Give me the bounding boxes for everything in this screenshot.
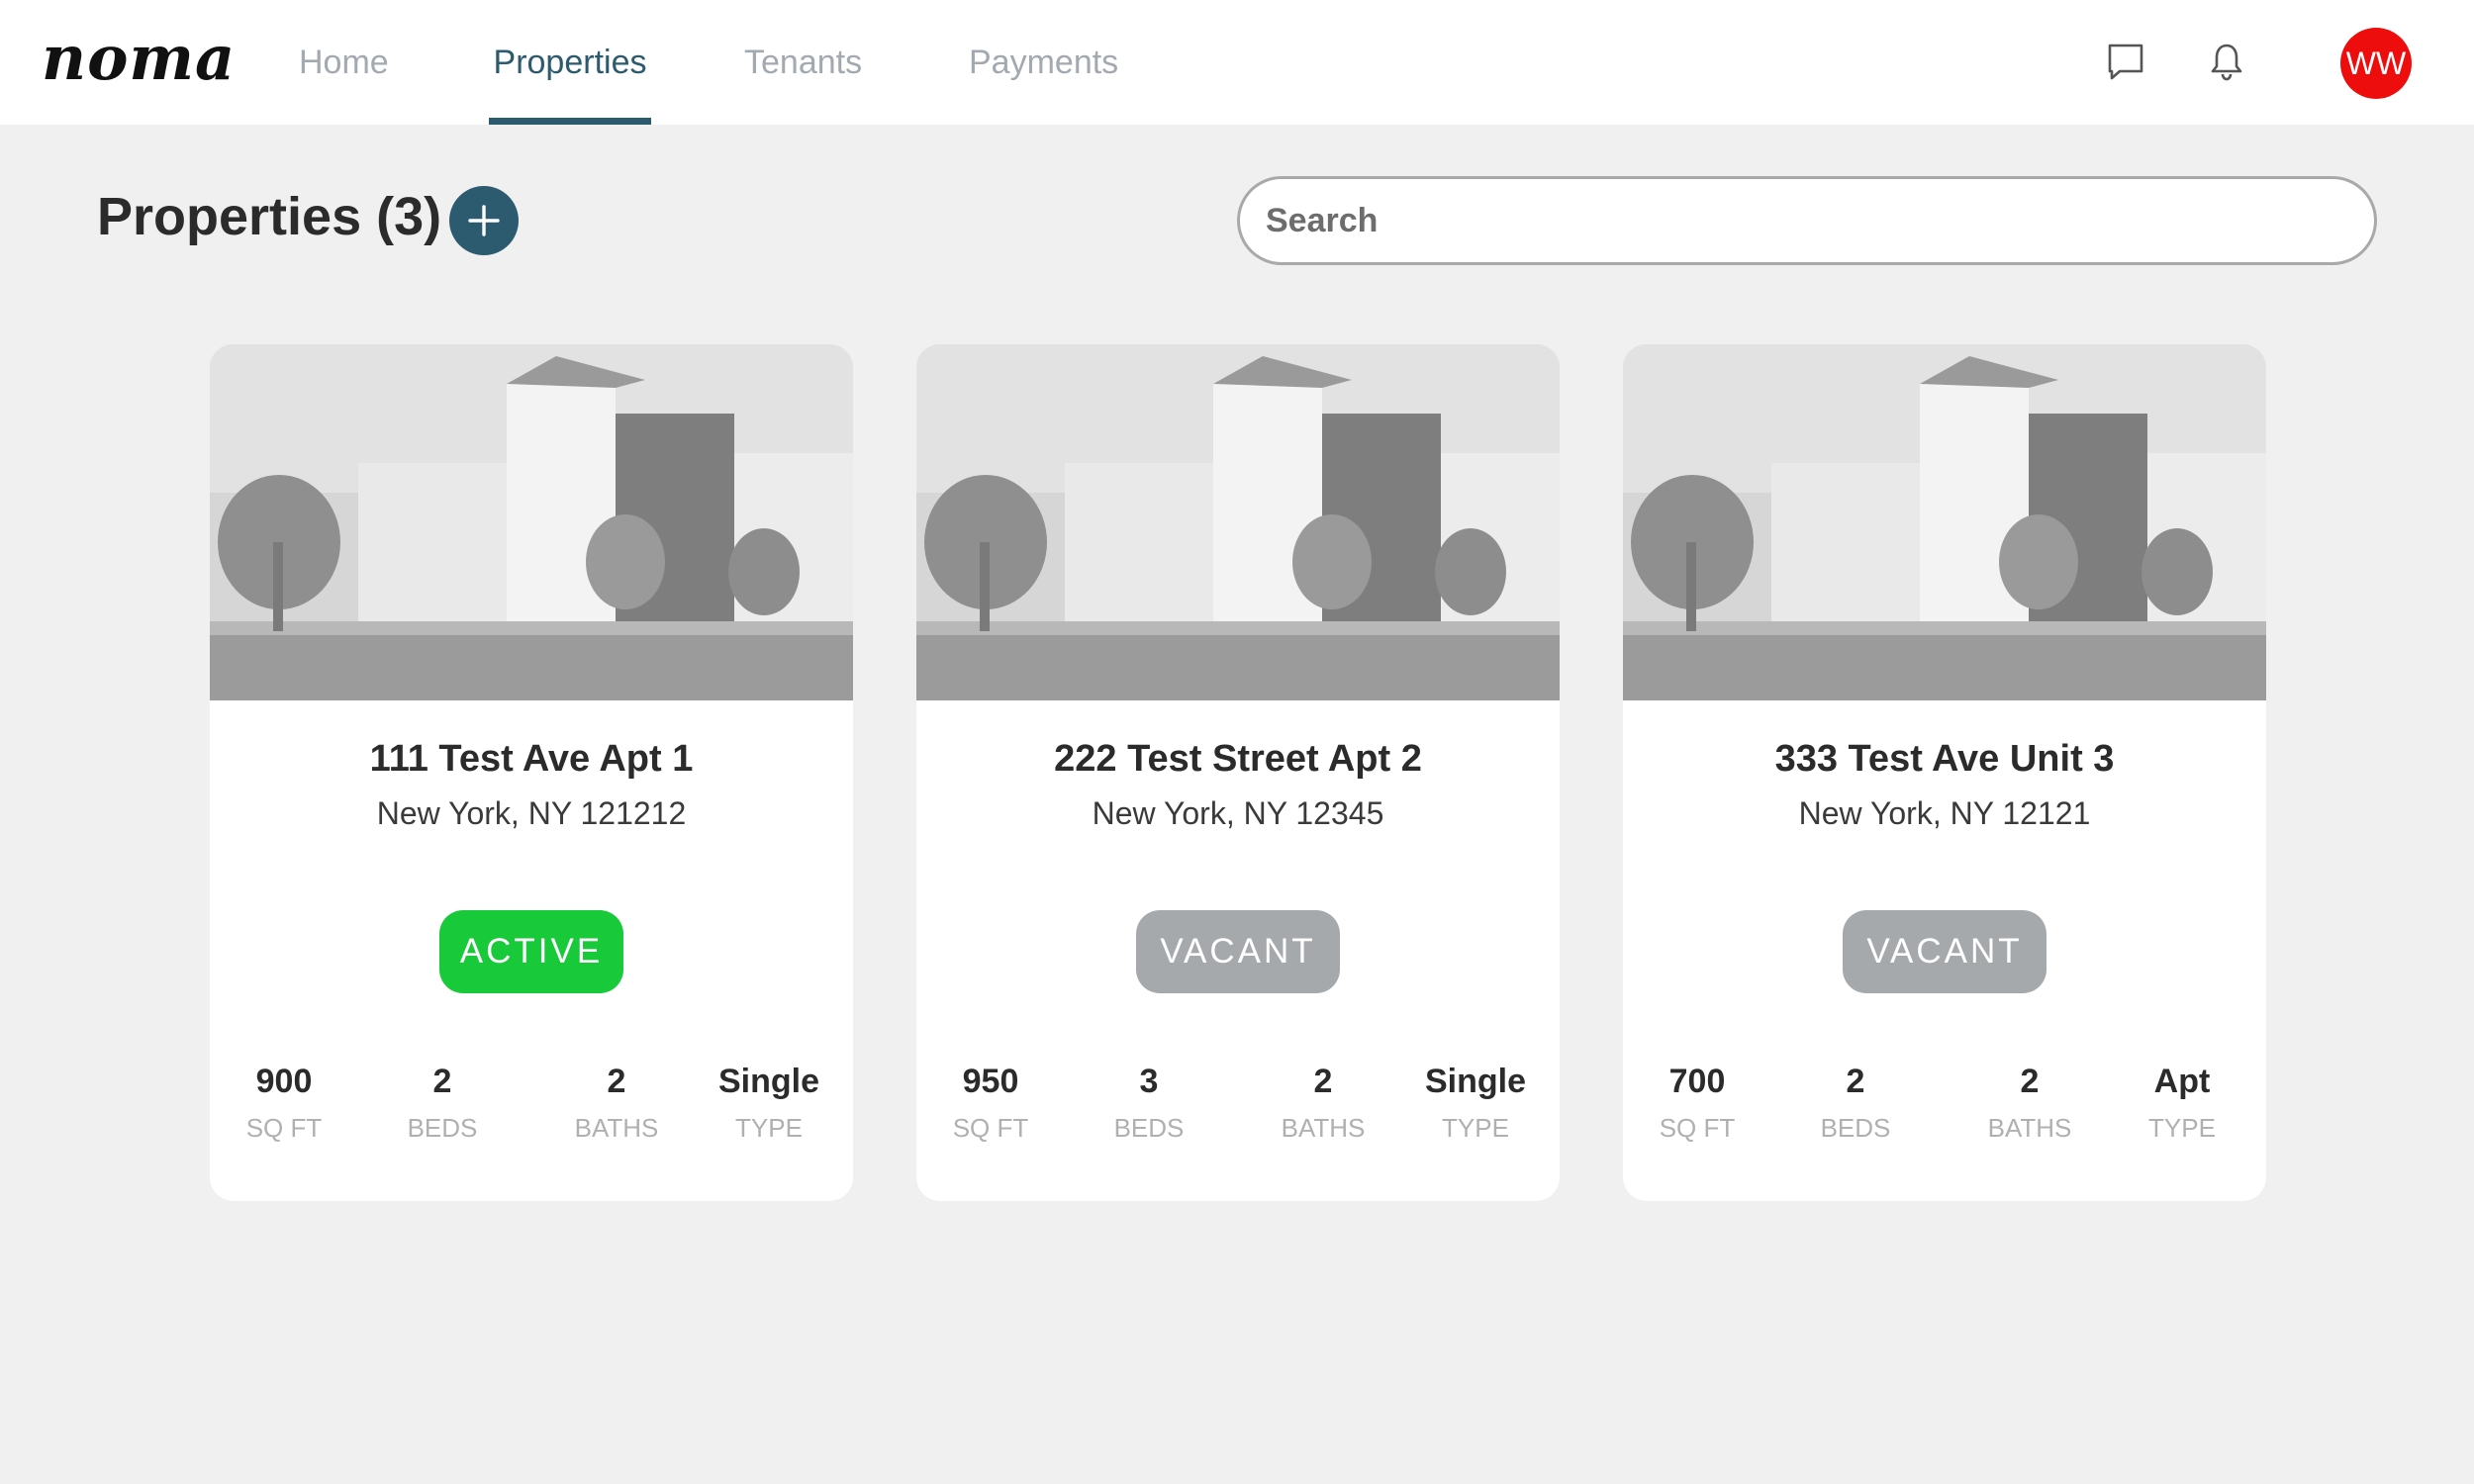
stat-type: Single TYPE (705, 1063, 833, 1144)
stat-type: Apt TYPE (2118, 1063, 2246, 1144)
stat-label: BATHS (1987, 1113, 2072, 1143)
status-badge: ACTIVE (439, 910, 623, 993)
stat-value: 2 (1313, 1063, 1333, 1100)
tab-payments[interactable]: Payments (969, 0, 1118, 125)
stat-label: SQ FT (245, 1113, 323, 1143)
bell-icon[interactable] (2205, 40, 2248, 83)
property-location: New York, NY 121212 (376, 795, 687, 831)
property-card[interactable]: 222 Test Street Apt 2 New York, NY 12345… (916, 344, 1560, 1201)
search-input[interactable] (1237, 176, 2377, 265)
stat-label: BEDS (407, 1113, 478, 1143)
property-photo (1623, 344, 2266, 700)
stat-label: TYPE (2148, 1113, 2216, 1143)
stat-label: BEDS (1113, 1113, 1185, 1143)
stat-value: 2 (432, 1063, 452, 1100)
stat-value: 2 (2020, 1063, 2040, 1100)
property-address: 111 Test Ave Apt 1 (369, 738, 694, 780)
tab-tenants[interactable]: Tenants (744, 0, 862, 125)
stat-value: 2 (607, 1063, 626, 1100)
tab-properties[interactable]: Properties (489, 0, 651, 125)
stat-type: Single TYPE (1411, 1063, 1540, 1144)
stat-label: BATHS (574, 1113, 659, 1143)
chat-icon[interactable] (2104, 40, 2147, 83)
property-card[interactable]: 333 Test Ave Unit 3 New York, NY 12121 V… (1623, 344, 2266, 1201)
stat-sqft: 700 SQ FT (1643, 1063, 1752, 1144)
stat-label: SQ FT (952, 1113, 1029, 1143)
tab-home[interactable]: Home (299, 0, 389, 125)
stat-baths: 2 BATHS (542, 1063, 691, 1144)
stat-value: Single (1424, 1063, 1527, 1100)
stat-sqft: 900 SQ FT (230, 1063, 338, 1144)
stat-label: TYPE (1442, 1113, 1509, 1143)
stat-value: 700 (1668, 1063, 1726, 1100)
stat-label: SQ FT (1659, 1113, 1736, 1143)
stat-label: TYPE (735, 1113, 803, 1143)
stat-sqft: 950 SQ FT (936, 1063, 1045, 1144)
stat-label: BATHS (1281, 1113, 1366, 1143)
stat-value: 2 (1846, 1063, 1865, 1100)
stat-baths: 2 BATHS (1955, 1063, 2104, 1144)
page-title: Properties (3) (97, 187, 442, 246)
property-photo (916, 344, 1560, 700)
stat-value: 950 (962, 1063, 1019, 1100)
plus-icon (468, 205, 500, 236)
property-address: 222 Test Street Apt 2 (1054, 738, 1422, 780)
stat-beds: 2 BEDS (1801, 1063, 1910, 1144)
stat-baths: 2 BATHS (1249, 1063, 1397, 1144)
stat-beds: 2 BEDS (388, 1063, 497, 1144)
stat-value: Single (717, 1063, 820, 1100)
property-location: New York, NY 12121 (1798, 795, 2091, 831)
user-avatar[interactable]: WW (2340, 28, 2412, 99)
stat-value: 3 (1139, 1063, 1159, 1100)
top-nav-bar: noma Home Properties Tenants Payments WW (0, 0, 2474, 125)
add-property-button[interactable] (449, 186, 519, 255)
property-address: 333 Test Ave Unit 3 (1774, 738, 2115, 780)
status-badge: VACANT (1843, 910, 2046, 993)
stat-label: BEDS (1820, 1113, 1891, 1143)
status-badge: VACANT (1136, 910, 1340, 993)
stat-beds: 3 BEDS (1094, 1063, 1203, 1144)
app-logo[interactable]: noma (42, 22, 236, 94)
stat-value: 900 (255, 1063, 313, 1100)
property-location: New York, NY 12345 (1092, 795, 1384, 831)
stat-value: Apt (2153, 1063, 2211, 1100)
property-card[interactable]: 111 Test Ave Apt 1 New York, NY 121212 A… (210, 344, 853, 1201)
property-photo (210, 344, 853, 700)
